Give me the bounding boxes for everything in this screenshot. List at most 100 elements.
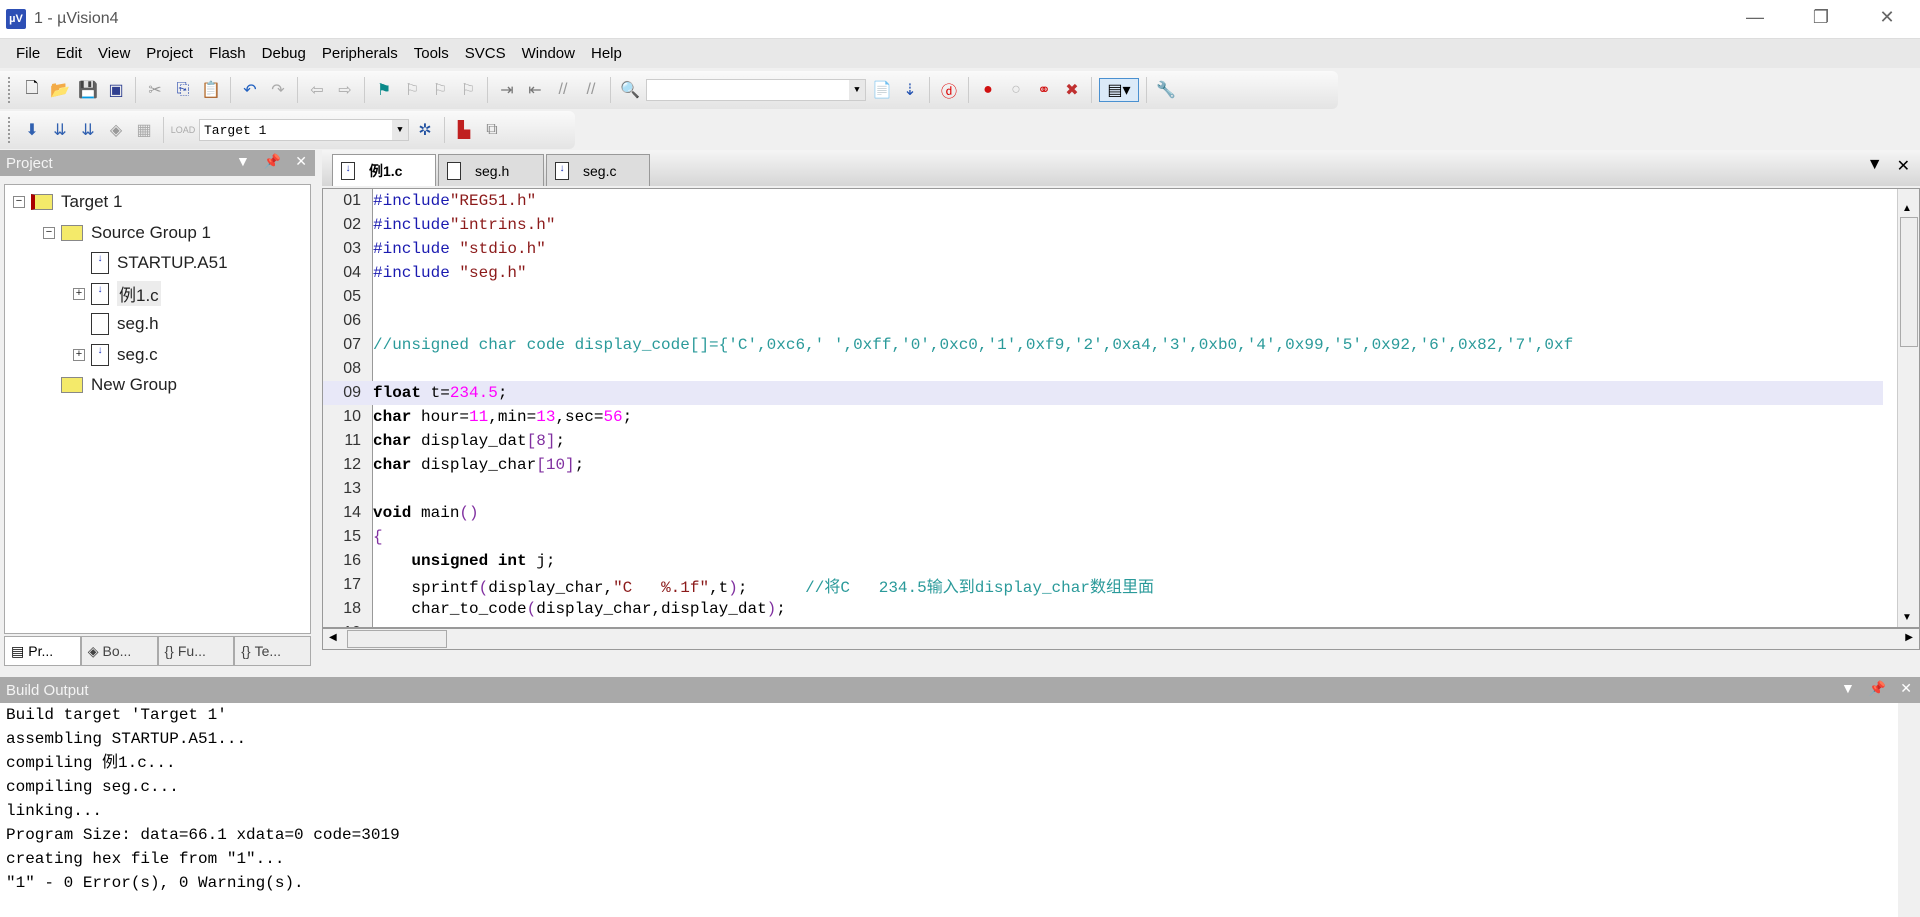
menu-project[interactable]: Project bbox=[138, 45, 201, 62]
incremental-find-icon[interactable]: ⇣ bbox=[898, 78, 922, 102]
uncomment-icon[interactable]: // bbox=[579, 78, 603, 102]
clear-bookmarks-icon[interactable]: ⚐ bbox=[456, 78, 480, 102]
menu-flash[interactable]: Flash bbox=[201, 45, 254, 62]
tab-project[interactable]: ▤ Pr... bbox=[4, 636, 81, 666]
prev-bookmark-icon[interactable]: ⚐ bbox=[400, 78, 424, 102]
configure-wrench-icon[interactable]: 🔧 bbox=[1154, 78, 1178, 102]
save-all-icon[interactable]: ▣ bbox=[104, 78, 128, 102]
panel-menu-icon[interactable]: ▼ bbox=[236, 153, 250, 170]
disable-breakpoint-icon[interactable]: ○ bbox=[1004, 78, 1028, 102]
menu-help[interactable]: Help bbox=[583, 45, 630, 62]
target-options-icon[interactable]: ✲ bbox=[413, 118, 437, 142]
new-file-icon[interactable]: 🗋 bbox=[20, 78, 44, 102]
tree-item[interactable]: + ↓ seg.c bbox=[73, 342, 158, 368]
target-select[interactable]: Target 1 ▼ bbox=[199, 119, 409, 141]
scroll-right-icon[interactable]: ▶ bbox=[1905, 632, 1913, 643]
horizontal-scrollbar[interactable]: ◀ ▶ bbox=[322, 628, 1920, 650]
close-panel-icon[interactable]: ✕ bbox=[295, 153, 307, 170]
scroll-thumb[interactable] bbox=[1900, 217, 1918, 347]
vertical-scrollbar[interactable]: ▲ ▼ bbox=[1897, 189, 1919, 627]
debug-session-icon[interactable]: ⓓ bbox=[937, 78, 961, 102]
editor-tab[interactable]: ↓ 例1.c bbox=[332, 154, 436, 186]
nav-back-icon[interactable]: ⇦ bbox=[305, 78, 329, 102]
code-text: unsigned int j; bbox=[369, 552, 555, 570]
translate-icon[interactable]: ⬇ bbox=[20, 118, 44, 142]
pin-icon[interactable]: 📌 bbox=[1869, 680, 1886, 697]
menu-file[interactable]: File bbox=[8, 45, 48, 62]
build-icon[interactable]: ⇊ bbox=[48, 118, 72, 142]
batch-build-icon[interactable]: ◈ bbox=[104, 118, 128, 142]
menu-debug[interactable]: Debug bbox=[254, 45, 314, 62]
copy-icon[interactable]: ⎘ bbox=[171, 78, 195, 102]
rebuild-icon[interactable]: ⇊ bbox=[76, 118, 100, 142]
menu-peripherals[interactable]: Peripherals bbox=[314, 45, 406, 62]
scroll-left-icon[interactable]: ◀ bbox=[329, 632, 337, 643]
tab-books[interactable]: ◈ Bo... bbox=[80, 636, 158, 666]
tab-functions[interactable]: {} Fu... bbox=[157, 636, 235, 666]
cut-icon[interactable]: ✂ bbox=[143, 78, 167, 102]
chevron-down-icon[interactable]: ▼ bbox=[849, 80, 865, 100]
disable-all-breakpoints-icon[interactable]: ⚭ bbox=[1032, 78, 1056, 102]
code-line: 13 bbox=[323, 477, 1883, 501]
window-layout-icon[interactable]: ▤▾ bbox=[1099, 78, 1139, 102]
chevron-down-icon[interactable]: ▼ bbox=[392, 120, 408, 140]
code-line: 14 void main() bbox=[323, 501, 1883, 525]
close-panel-icon[interactable]: ✕ bbox=[1900, 680, 1912, 697]
expand-icon[interactable]: + bbox=[73, 287, 85, 300]
breakpoint-icon[interactable]: ● bbox=[976, 78, 1000, 102]
tree-item[interactable]: + ↓ 例1.c bbox=[73, 281, 161, 307]
nav-forward-icon[interactable]: ⇨ bbox=[333, 78, 357, 102]
tab-list-icon[interactable]: ▼ bbox=[1867, 156, 1883, 176]
manage-components-icon[interactable]: ▙ bbox=[452, 118, 476, 142]
expand-icon[interactable]: + bbox=[73, 348, 85, 361]
find-in-files-icon[interactable]: 🔍 bbox=[618, 78, 642, 102]
toolbar-grip[interactable] bbox=[8, 117, 12, 143]
save-icon[interactable]: 💾 bbox=[76, 78, 100, 102]
next-bookmark-icon[interactable]: ⚐ bbox=[428, 78, 452, 102]
code-editor[interactable]: ▲ ▼ 01 #include"REG51.h" 02 #include"intrins… bbox=[322, 188, 1920, 628]
stop-build-icon[interactable]: ▦ bbox=[132, 118, 156, 142]
undo-icon[interactable]: ↶ bbox=[238, 78, 262, 102]
tab-templates[interactable]: {} Te... bbox=[234, 636, 311, 666]
indent-icon[interactable]: ⇥ bbox=[495, 78, 519, 102]
editor-tab[interactable]: ↓ seg.c bbox=[546, 154, 650, 186]
close-editor-icon[interactable]: ✕ bbox=[1897, 156, 1910, 176]
select-packs-icon[interactable]: ⧉ bbox=[480, 118, 504, 142]
find-icon[interactable]: 📄 bbox=[870, 78, 894, 102]
menu-svcs[interactable]: SVCS bbox=[457, 45, 514, 62]
editor-tab[interactable]: seg.h bbox=[438, 154, 544, 186]
find-combo[interactable]: ▼ bbox=[646, 79, 866, 101]
scroll-down-icon[interactable]: ▼ bbox=[1902, 612, 1912, 623]
menu-view[interactable]: View bbox=[90, 45, 138, 62]
restore-button[interactable]: ❐ bbox=[1788, 0, 1854, 34]
menu-window[interactable]: Window bbox=[514, 45, 583, 62]
minimize-button[interactable]: — bbox=[1722, 0, 1788, 34]
hscroll-thumb[interactable] bbox=[347, 630, 447, 648]
collapse-icon[interactable]: − bbox=[13, 196, 25, 208]
scroll-up-icon[interactable]: ▲ bbox=[1902, 203, 1912, 214]
menu-tools[interactable]: Tools bbox=[406, 45, 457, 62]
close-button[interactable]: ✕ bbox=[1854, 0, 1920, 34]
collapse-icon[interactable]: − bbox=[43, 226, 55, 239]
panel-menu-icon[interactable]: ▼ bbox=[1841, 680, 1855, 697]
unindent-icon[interactable]: ⇤ bbox=[523, 78, 547, 102]
paste-icon[interactable]: 📋 bbox=[199, 78, 223, 102]
tree-item[interactable]: − Source Group 1 bbox=[43, 220, 211, 246]
kill-all-breakpoints-icon[interactable]: ✖ bbox=[1060, 78, 1084, 102]
download-load-icon[interactable]: LOAD bbox=[171, 118, 196, 142]
tree-item[interactable]: New Group bbox=[43, 372, 177, 398]
target-folder-icon bbox=[31, 194, 53, 210]
bookmark-icon[interactable]: ⚑ bbox=[372, 78, 396, 102]
comment-icon[interactable]: // bbox=[551, 78, 575, 102]
toolbar-grip[interactable] bbox=[8, 77, 12, 103]
code-token: unsigned int bbox=[411, 552, 527, 570]
build-output-scrollbar[interactable] bbox=[1898, 703, 1920, 917]
tree-item[interactable]: ↓ STARTUP.A51 bbox=[73, 250, 228, 276]
open-file-icon[interactable]: 📂 bbox=[48, 78, 72, 102]
tree-item[interactable]: − Target 1 bbox=[13, 189, 122, 215]
editor-tab-label: seg.h bbox=[475, 162, 510, 179]
redo-icon[interactable]: ↷ bbox=[266, 78, 290, 102]
tree-item[interactable]: seg.h bbox=[73, 311, 159, 337]
pin-icon[interactable]: 📌 bbox=[264, 153, 281, 170]
menu-edit[interactable]: Edit bbox=[48, 45, 90, 62]
